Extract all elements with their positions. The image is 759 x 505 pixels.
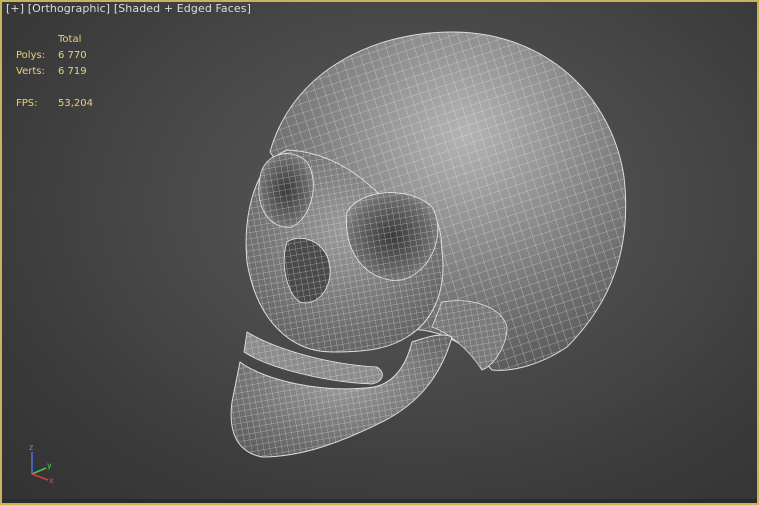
orthographic-viewport[interactable]: [+] [Orthographic] [Shaded + Edged Faces… (0, 0, 759, 505)
x-axis-label: x (49, 476, 54, 484)
x-axis-line (31, 473, 49, 481)
shading-mode-menu[interactable]: [Shaded + Edged Faces] (114, 2, 251, 15)
statistics-overlay: Total Polys: 6 770 Verts: 6 719 FPS: 53,… (16, 32, 93, 112)
verts-value: 6 719 (58, 66, 87, 77)
stats-column-header: Total (58, 34, 82, 45)
fps-label: FPS: (16, 98, 38, 109)
viewport-plus-menu[interactable]: [+] (6, 2, 24, 15)
polys-row: Polys: 6 770 (16, 48, 93, 64)
fps-value: 53,204 (58, 98, 93, 109)
polys-label: Polys: (16, 50, 46, 61)
polys-value: 6 770 (58, 50, 87, 61)
view-type-menu[interactable]: [Orthographic] (28, 2, 110, 15)
y-axis-label: y (47, 461, 52, 470)
viewport-bottom-edge (2, 499, 757, 503)
axis-gizmo-icon: z y x (29, 443, 54, 484)
verts-row: Verts: 6 719 (16, 64, 93, 80)
z-axis-label: z (29, 443, 33, 452)
viewport-label-menu: [+] [Orthographic] [Shaded + Edged Faces… (6, 2, 251, 15)
fps-row: FPS: 53,204 (16, 96, 93, 112)
y-axis-line (31, 467, 47, 475)
verts-label: Verts: (16, 66, 45, 77)
skull-mesh-model[interactable] (2, 2, 759, 505)
